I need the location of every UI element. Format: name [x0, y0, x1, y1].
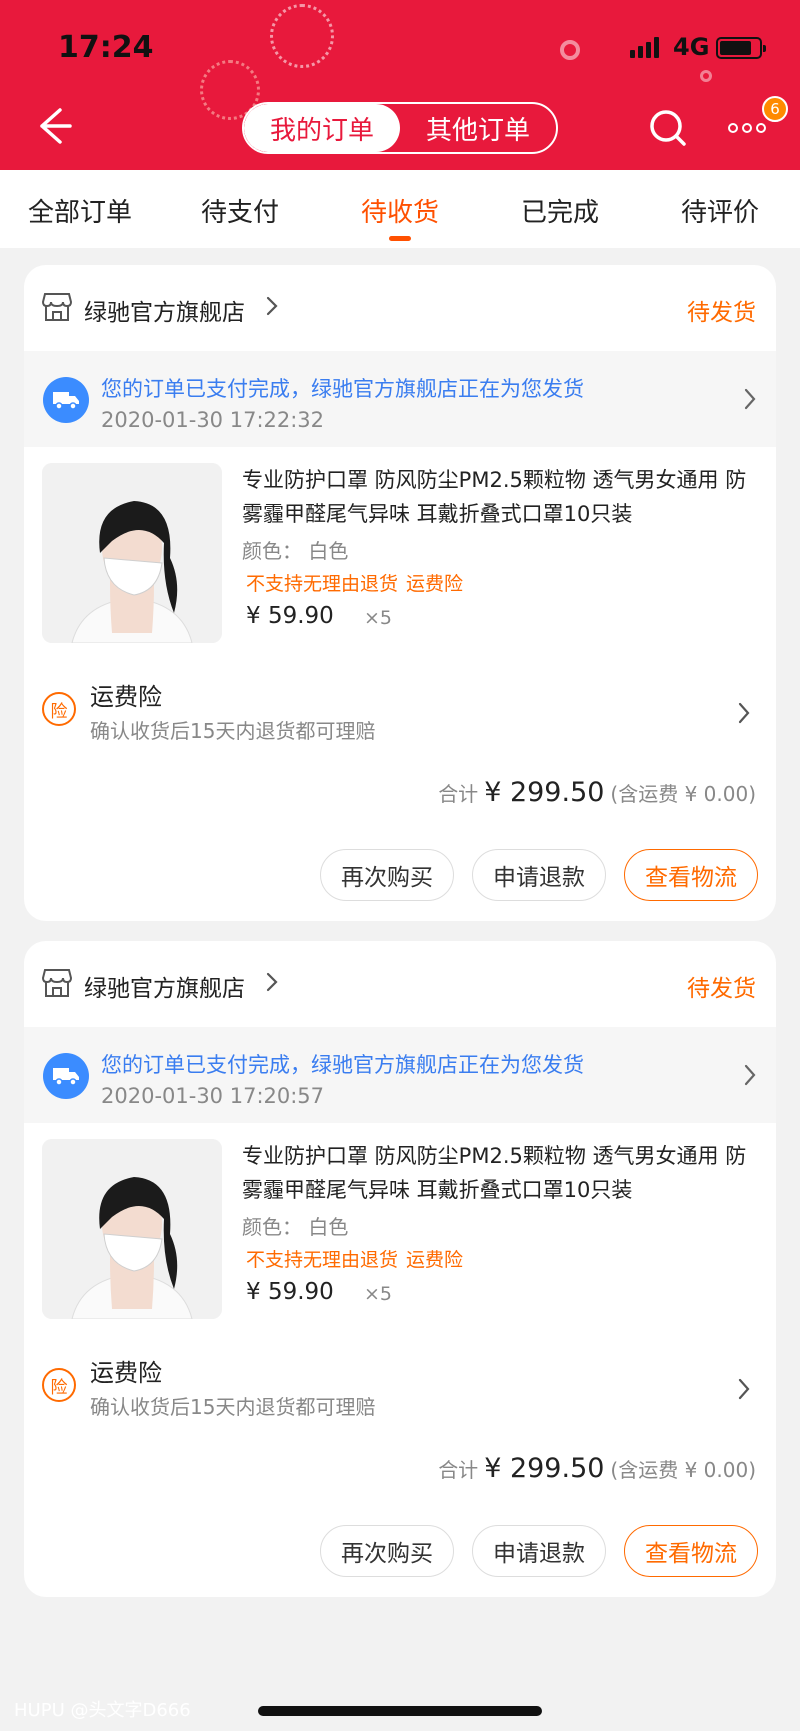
shipping-message: 您的订单已支付完成，绿驰官方旗舰店正在为您发货 [101, 377, 584, 401]
battery-icon [716, 37, 766, 59]
insurance-title[interactable]: 运费险 [90, 677, 162, 712]
total-amount: ¥ 299.50 [484, 777, 605, 808]
shipping-info[interactable]: 您的订单已支付完成，绿驰官方旗舰店正在为您发货 2020-01-30 17:22… [24, 351, 776, 447]
search-icon[interactable] [646, 106, 690, 150]
tab-pending-payment[interactable]: 待支付 [160, 170, 320, 248]
shipping-fee: (含运费 ¥ 0.00) [610, 1458, 756, 1482]
order-status: 待发货 [687, 300, 756, 326]
insurance-title[interactable]: 运费险 [90, 1353, 162, 1388]
total-label: 合计 [438, 782, 479, 806]
product-price: ¥ 59.90 [246, 1279, 334, 1305]
total-label: 合计 [438, 1458, 479, 1482]
home-indicator[interactable] [258, 1706, 542, 1716]
order-type-switch: 我的订单 其他订单 [242, 102, 558, 154]
chevron-right-icon[interactable] [736, 701, 752, 725]
order-actions: 再次购买 申请退款 查看物流 [320, 1525, 758, 1577]
chevron-right-icon [742, 1063, 758, 1087]
product-tags: 不支持无理由退货 运费险 [246, 1245, 463, 1272]
order-total: 合计 ¥ 299.50 (含运费 ¥ 0.00) [438, 777, 756, 808]
network-type: 4G [673, 33, 710, 61]
tag-shipping-insurance: 运费险 [406, 573, 464, 595]
order-status: 待发货 [687, 976, 756, 1002]
truck-icon [43, 1053, 89, 1099]
product-image[interactable] [42, 463, 222, 643]
order-total: 合计 ¥ 299.50 (含运费 ¥ 0.00) [438, 1453, 756, 1484]
product-quantity: ×5 [364, 607, 393, 629]
request-refund-button[interactable]: 申请退款 [472, 849, 606, 901]
product-title[interactable]: 专业防护口罩 防风防尘PM2.5颗粒物 透气男女通用 防雾霾甲醛尾气异味 耳戴折… [242, 463, 757, 531]
request-refund-button[interactable]: 申请退款 [472, 1525, 606, 1577]
tag-shipping-insurance: 运费险 [406, 1249, 464, 1271]
festive-decoration [560, 40, 580, 60]
segment-other-orders[interactable]: 其他订单 [400, 104, 556, 152]
shipping-message: 您的订单已支付完成，绿驰官方旗舰店正在为您发货 [101, 1053, 584, 1077]
insurance-icon: 险 [42, 692, 76, 726]
chevron-right-icon[interactable] [736, 1377, 752, 1401]
product-title[interactable]: 专业防护口罩 防风防尘PM2.5颗粒物 透气男女通用 防雾霾甲醛尾气异味 耳戴折… [242, 1139, 757, 1207]
shop-header[interactable]: 绿驰官方旗舰店 待发货 [24, 265, 776, 351]
festive-decoration [700, 70, 712, 82]
tag-no-free-return: 不支持无理由退货 [246, 1249, 399, 1271]
product-color: 颜色： 白色 [242, 539, 349, 563]
back-arrow-icon[interactable] [30, 104, 74, 148]
product-color: 颜色： 白色 [242, 1215, 349, 1239]
insurance-icon: 险 [42, 1368, 76, 1402]
order-actions: 再次购买 申请退款 查看物流 [320, 849, 758, 901]
shop-header[interactable]: 绿驰官方旗舰店 待发货 [24, 941, 776, 1027]
view-logistics-button[interactable]: 查看物流 [624, 849, 758, 901]
store-icon [41, 967, 73, 999]
tag-no-free-return: 不支持无理由退货 [246, 573, 399, 595]
app-header: 17:24 4G 我的订单 其他订单 6 [0, 0, 800, 170]
tab-all-orders[interactable]: 全部订单 [0, 170, 160, 248]
chevron-right-icon [264, 295, 280, 317]
shop-name[interactable]: 绿驰官方旗舰店 [84, 293, 245, 327]
notification-badge: 6 [762, 96, 788, 122]
truck-icon [43, 377, 89, 423]
view-logistics-button[interactable]: 查看物流 [624, 1525, 758, 1577]
tab-completed[interactable]: 已完成 [480, 170, 640, 248]
status-time: 17:24 [58, 30, 154, 65]
segment-my-orders[interactable]: 我的订单 [244, 104, 400, 152]
shipping-time: 2020-01-30 17:22:32 [101, 408, 325, 432]
tab-pending-review[interactable]: 待评价 [640, 170, 800, 248]
total-amount: ¥ 299.50 [484, 1453, 605, 1484]
insurance-description: 确认收货后15天内退货都可理赔 [90, 719, 376, 743]
chevron-right-icon [264, 971, 280, 993]
order-card: 绿驰官方旗舰店 待发货 您的订单已支付完成，绿驰官方旗舰店正在为您发货 2020… [24, 941, 776, 1597]
signal-icon [630, 37, 659, 58]
watermark: HUPU @头文字D666 [14, 1700, 191, 1721]
product-price: ¥ 59.90 [246, 603, 334, 629]
more-options-icon[interactable] [728, 118, 768, 138]
order-status-tabs: 全部订单 待支付 待收货 已完成 待评价 [0, 170, 800, 248]
order-card: 绿驰官方旗舰店 待发货 您的订单已支付完成，绿驰官方旗舰店正在为您发货 2020… [24, 265, 776, 921]
shop-name[interactable]: 绿驰官方旗舰店 [84, 969, 245, 1003]
chevron-right-icon [742, 387, 758, 411]
insurance-description: 确认收货后15天内退货都可理赔 [90, 1395, 376, 1419]
product-quantity: ×5 [364, 1283, 393, 1305]
tab-pending-receipt[interactable]: 待收货 [320, 170, 480, 248]
product-tags: 不支持无理由退货 运费险 [246, 569, 463, 596]
festive-decoration [270, 4, 334, 68]
product-image[interactable] [42, 1139, 222, 1319]
shipping-fee: (含运费 ¥ 0.00) [610, 782, 756, 806]
buy-again-button[interactable]: 再次购买 [320, 1525, 454, 1577]
shipping-time: 2020-01-30 17:20:57 [101, 1084, 325, 1108]
store-icon [41, 291, 73, 323]
shipping-info[interactable]: 您的订单已支付完成，绿驰官方旗舰店正在为您发货 2020-01-30 17:20… [24, 1027, 776, 1123]
buy-again-button[interactable]: 再次购买 [320, 849, 454, 901]
